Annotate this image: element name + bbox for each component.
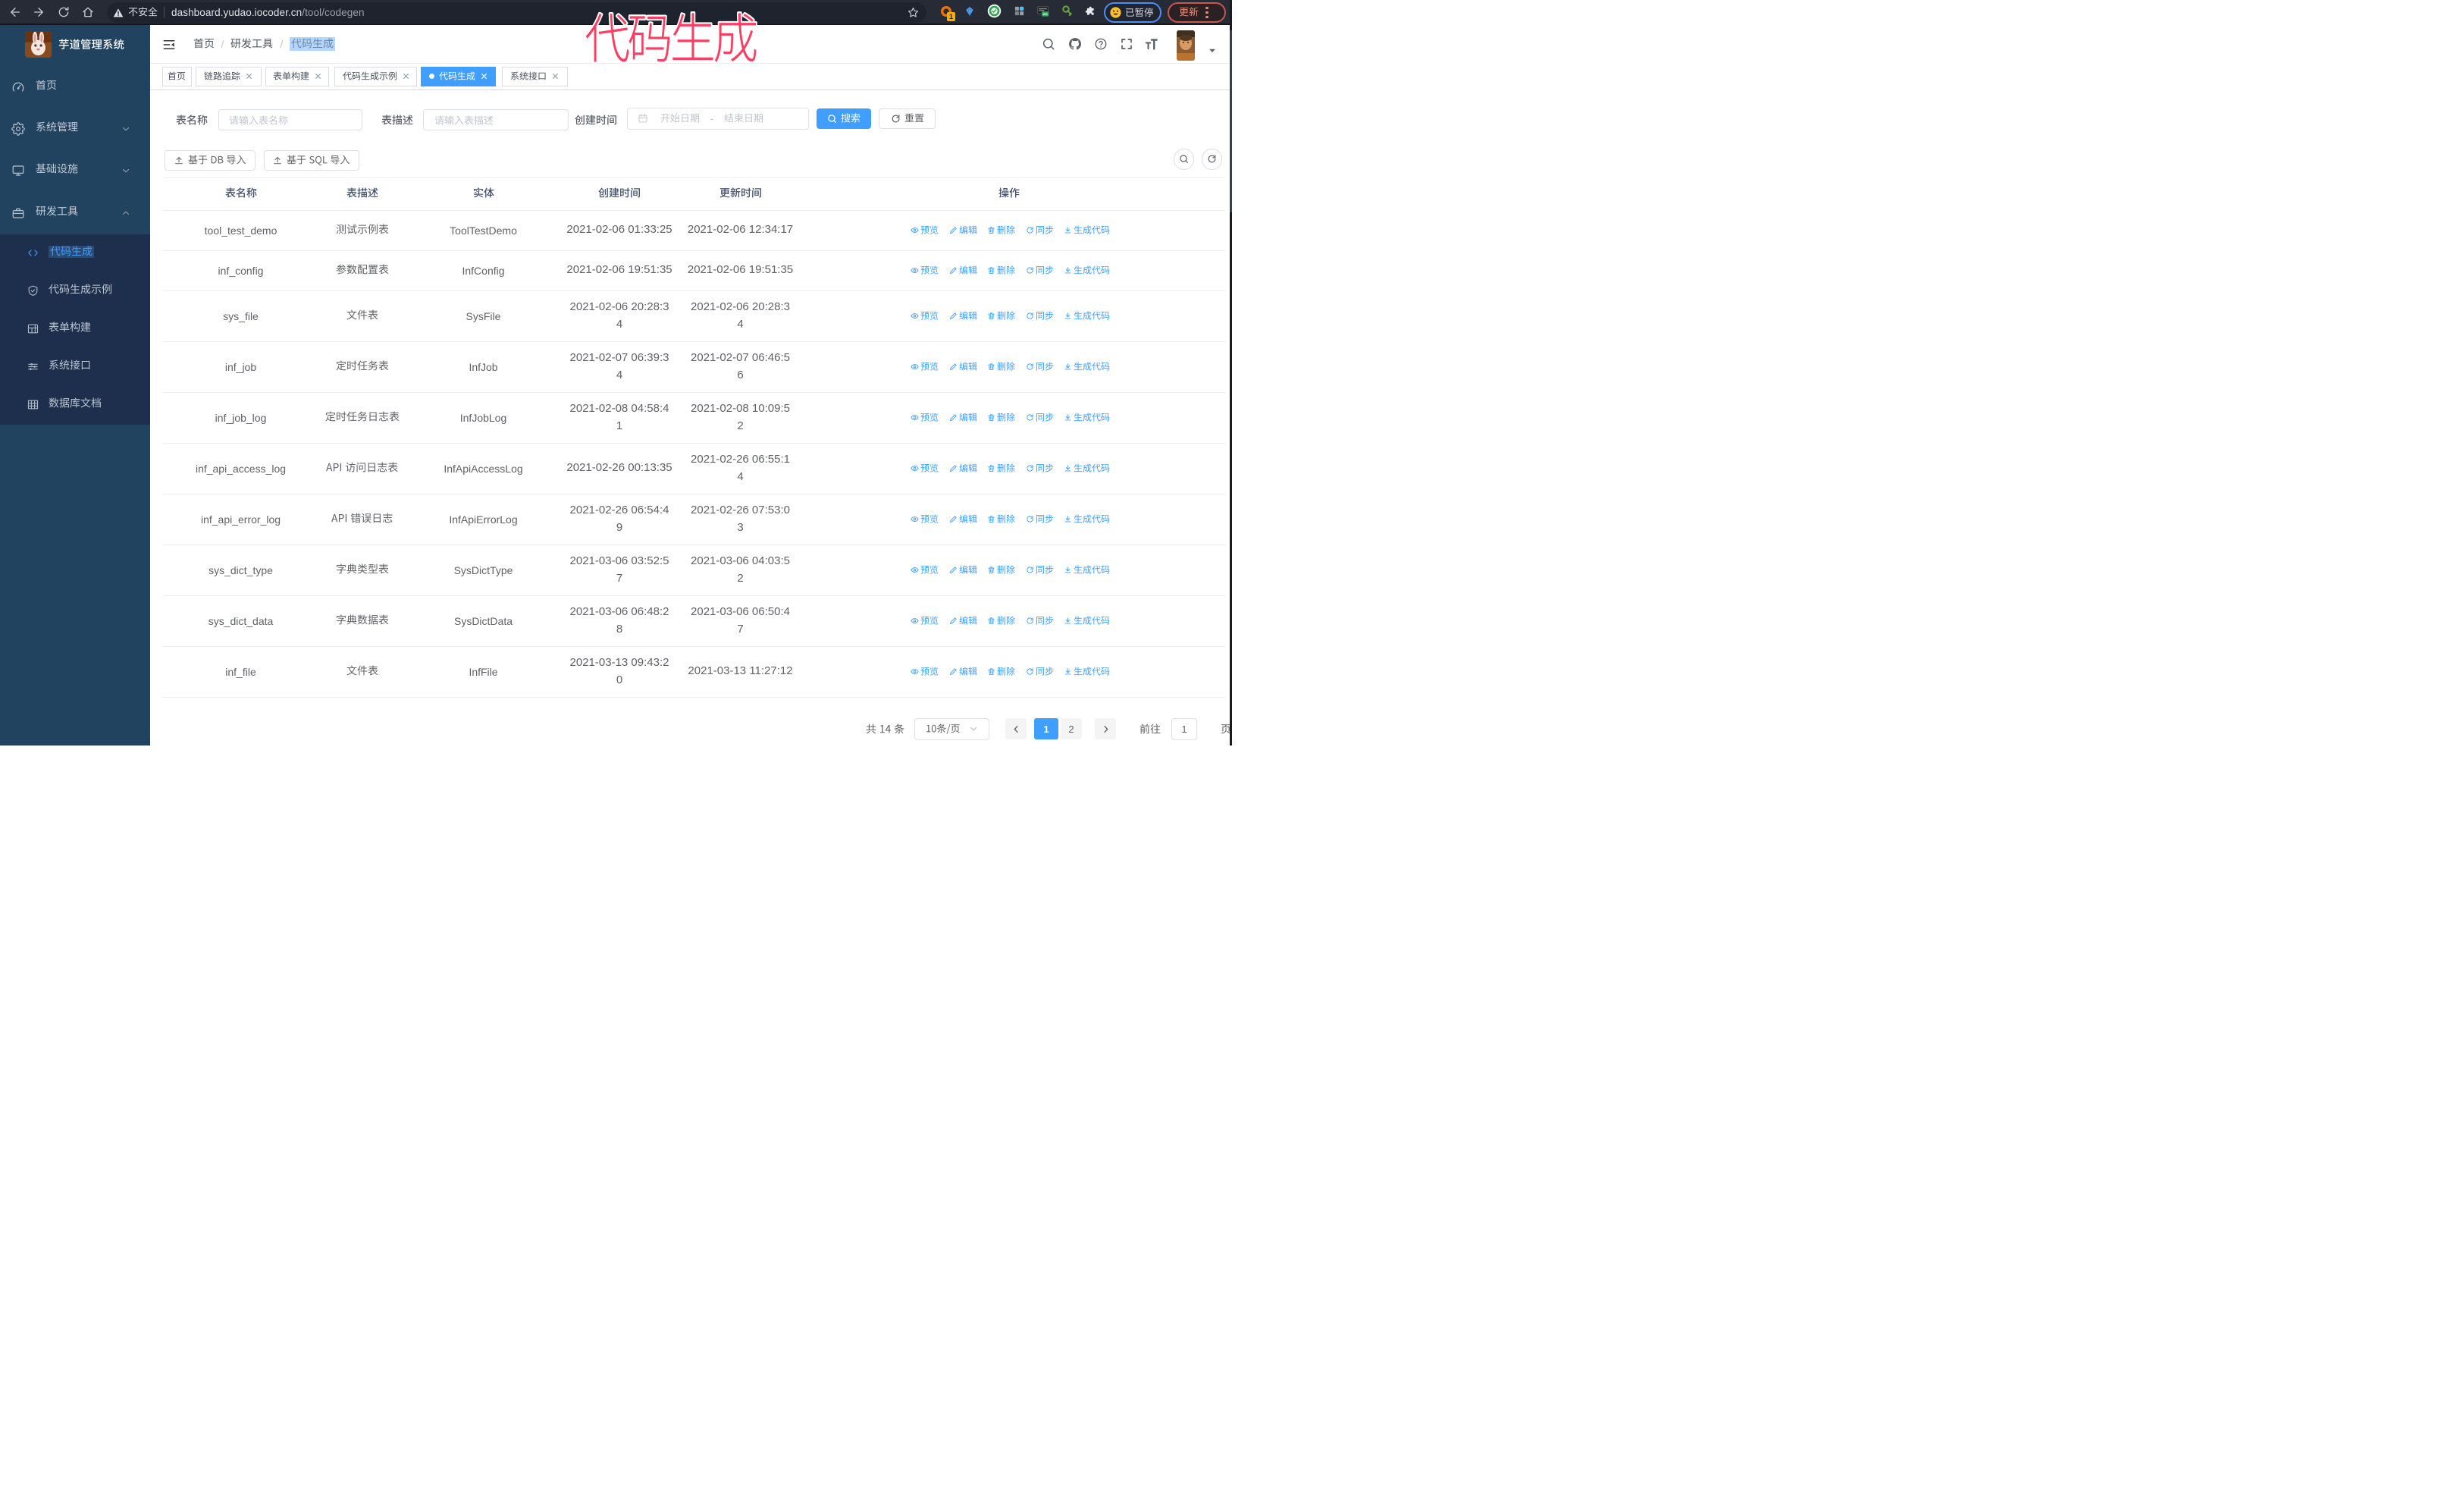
svg-text:on: on [1043,13,1048,17]
